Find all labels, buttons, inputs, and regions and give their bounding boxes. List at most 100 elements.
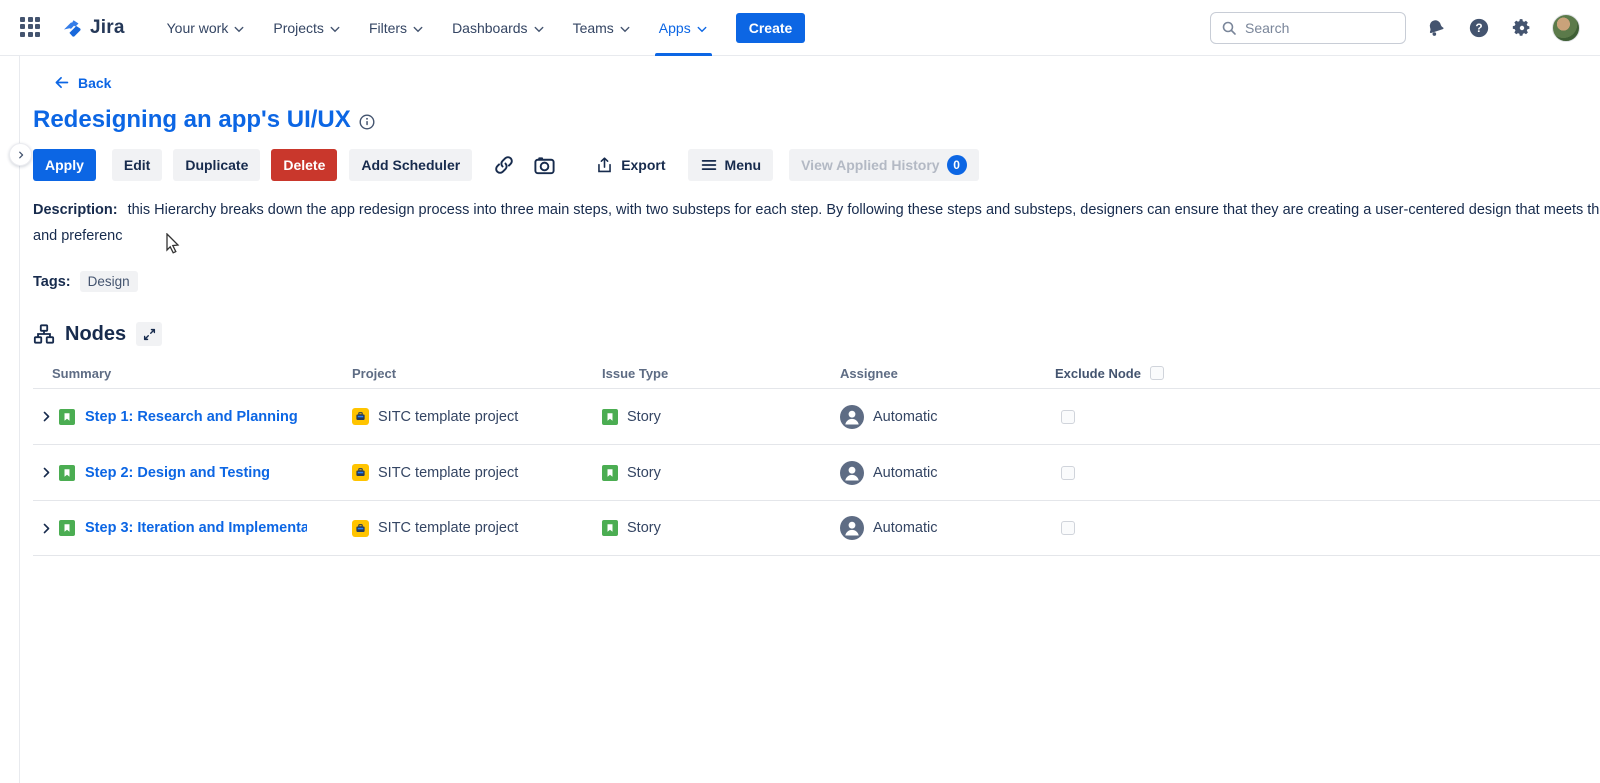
nav-item-label: Your work (167, 20, 229, 36)
svg-text:?: ? (1475, 21, 1482, 35)
settings-button[interactable] (1509, 15, 1535, 41)
nav-item-apps[interactable]: Apps (655, 0, 712, 56)
apply-button[interactable]: Apply (33, 149, 96, 181)
story-icon (59, 465, 75, 481)
exclude-node-checkbox[interactable] (1061, 521, 1075, 535)
node-summary-link[interactable]: Step 3: Iteration and Implementation (85, 520, 307, 536)
node-summary-link[interactable]: Step 2: Design and Testing (85, 465, 270, 481)
menu-button[interactable]: Menu (688, 149, 774, 181)
project-avatar-icon (352, 408, 369, 425)
project-avatar-icon (352, 520, 369, 537)
header-project: Project (352, 366, 602, 381)
header-summary: Summary (33, 366, 352, 381)
story-icon (59, 520, 75, 536)
project-name: SITC template project (378, 520, 518, 536)
chevron-down-icon (412, 23, 424, 35)
nav-item-label: Projects (273, 20, 324, 36)
story-icon (602, 520, 618, 536)
notifications-button[interactable] (1423, 15, 1449, 41)
copy-link-button[interactable] (486, 149, 522, 181)
view-applied-history-label: View Applied History (801, 157, 939, 173)
assignee-avatar-icon (840, 461, 864, 485)
chevron-down-icon (233, 23, 245, 35)
expand-row-icon[interactable] (33, 466, 59, 479)
expand-row-icon[interactable] (33, 410, 59, 423)
nav-item-your-work[interactable]: Your work (163, 0, 250, 56)
add-scheduler-button[interactable]: Add Scheduler (349, 149, 472, 181)
nav-item-label: Filters (369, 20, 407, 36)
edit-button[interactable]: Edit (112, 149, 162, 181)
export-label: Export (621, 157, 665, 173)
history-count-badge: 0 (947, 155, 967, 175)
user-avatar[interactable] (1552, 14, 1580, 42)
brand-name: Jira (90, 17, 125, 39)
header-issue-type: Issue Type (602, 366, 840, 381)
header-assignee: Assignee (840, 366, 1055, 381)
view-applied-history-button[interactable]: View Applied History 0 (789, 149, 978, 181)
app-switcher-icon[interactable] (20, 17, 42, 39)
sidebar-expand-button[interactable] (9, 143, 32, 166)
back-arrow-icon (53, 74, 70, 91)
project-avatar-icon (352, 464, 369, 481)
nav-item-filters[interactable]: Filters (365, 0, 428, 56)
menu-label: Menu (725, 157, 762, 173)
nav-item-teams[interactable]: Teams (569, 0, 635, 56)
left-rail (0, 56, 20, 783)
nav-item-label: Apps (659, 20, 691, 36)
exclude-node-checkbox[interactable] (1061, 466, 1075, 480)
exclude-node-checkbox[interactable] (1061, 410, 1075, 424)
bell-icon (1425, 17, 1447, 39)
export-button[interactable]: Export (583, 149, 677, 181)
table-row: Step 2: Design and Testing SITC template… (33, 444, 1600, 500)
search-icon (1221, 20, 1237, 36)
gear-icon (1511, 17, 1533, 39)
assignee-name: Automatic (873, 520, 937, 536)
nodes-table: Summary Project Issue Type Assignee Excl… (33, 358, 1600, 556)
issue-type-name: Story (627, 465, 661, 481)
expand-nodes-button[interactable] (136, 322, 162, 346)
assignee-name: Automatic (873, 409, 937, 425)
nodes-section-title: Nodes (65, 323, 126, 346)
exclude-all-checkbox[interactable] (1150, 366, 1164, 380)
chevron-down-icon (619, 23, 631, 35)
jira-logo[interactable]: Jira (60, 16, 125, 40)
table-header-row: Summary Project Issue Type Assignee Excl… (33, 358, 1600, 388)
nav-item-dashboards[interactable]: Dashboards (448, 0, 549, 56)
expand-row-icon[interactable] (33, 522, 59, 535)
nav-item-projects[interactable]: Projects (269, 0, 345, 56)
hamburger-icon (700, 156, 718, 174)
delete-button[interactable]: Delete (271, 149, 337, 181)
info-icon[interactable] (359, 114, 375, 130)
project-name: SITC template project (378, 409, 518, 425)
description-text-continued: and preferenc (33, 223, 1600, 249)
duplicate-button[interactable]: Duplicate (173, 149, 260, 181)
project-name: SITC template project (378, 465, 518, 481)
camera-icon (533, 154, 556, 177)
tags-row: Tags: Design (33, 271, 1600, 292)
jira-mark-icon (60, 16, 84, 40)
search-input[interactable] (1245, 20, 1385, 36)
description-label: Description: (33, 202, 118, 218)
story-icon (59, 409, 75, 425)
description: Description:this Hierarchy breaks down t… (33, 197, 1600, 249)
help-button[interactable]: ? (1466, 15, 1492, 41)
search-box[interactable] (1210, 12, 1406, 44)
tags-label: Tags: (33, 274, 71, 290)
node-summary-link[interactable]: Step 1: Research and Planning (85, 409, 298, 425)
issue-type-name: Story (627, 520, 661, 536)
story-icon (602, 465, 618, 481)
assignee-name: Automatic (873, 465, 937, 481)
hierarchy-icon (33, 323, 55, 345)
create-button[interactable]: Create (736, 13, 806, 43)
nav-item-label: Teams (573, 20, 614, 36)
chevron-down-icon (696, 23, 708, 35)
screenshot-button[interactable] (526, 149, 563, 181)
table-row: Step 3: Iteration and Implementation SIT… (33, 500, 1600, 556)
chevron-right-icon (16, 150, 26, 160)
assignee-avatar-icon (840, 405, 864, 429)
nav-item-label: Dashboards (452, 20, 528, 36)
back-link[interactable]: Back (53, 74, 111, 91)
toolbar: Apply Edit Duplicate Delete Add Schedule… (33, 149, 1600, 181)
tag-design[interactable]: Design (80, 271, 138, 292)
issue-type-name: Story (627, 409, 661, 425)
